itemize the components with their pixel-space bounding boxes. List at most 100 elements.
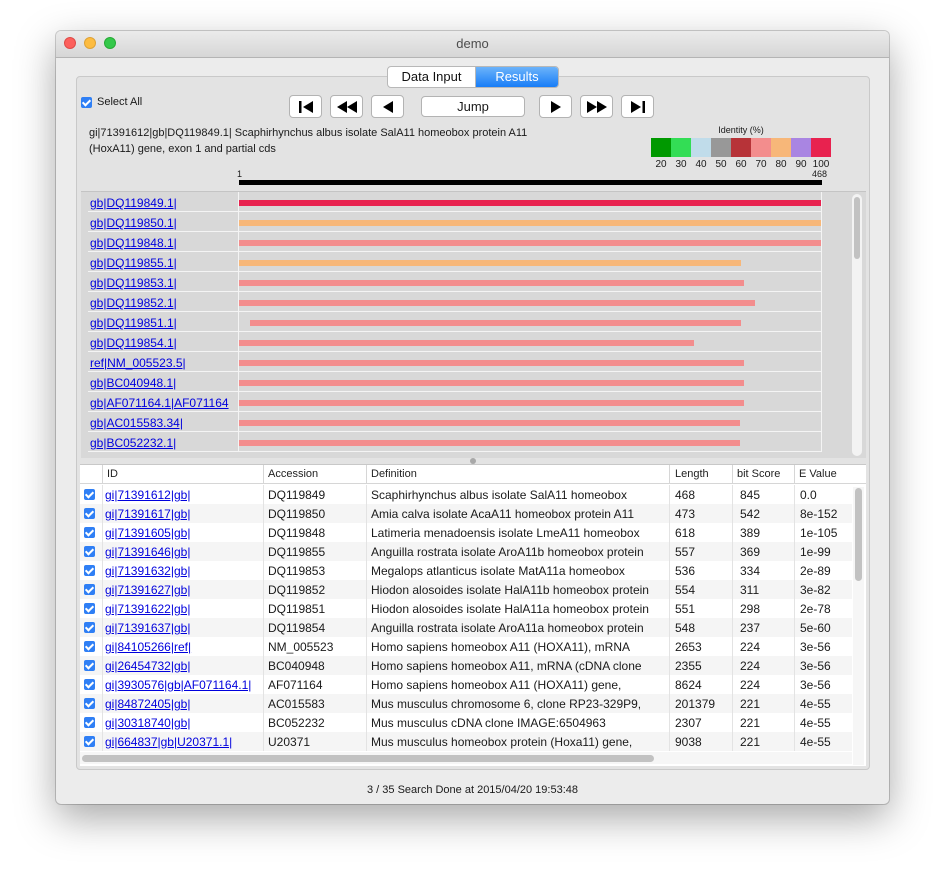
cell-id[interactable]: gi|71391646|gb| bbox=[105, 545, 260, 559]
cell-id[interactable]: gi|664837|gb|U20371.1| bbox=[105, 735, 260, 749]
table-row[interactable]: gi|3930576|gb|AF071164.1| AF071164 Homo sa… bbox=[80, 675, 852, 694]
cell-id[interactable]: gi|26454732|gb| bbox=[105, 659, 260, 673]
cell-id[interactable]: gi|71391622|gb| bbox=[105, 602, 260, 616]
table-row[interactable]: gi|71391612|gb| DQ119849 Scaphirhynchus al… bbox=[80, 485, 852, 504]
last-button[interactable] bbox=[621, 95, 654, 118]
select-all-control[interactable]: Select All bbox=[81, 96, 142, 108]
alignment-bar[interactable] bbox=[239, 440, 741, 446]
header-bit-score[interactable]: bit Score bbox=[737, 468, 780, 480]
header-accession[interactable]: Accession bbox=[268, 468, 318, 480]
alignment-bar[interactable] bbox=[250, 320, 742, 326]
cell-id[interactable]: gi|71391617|gb| bbox=[105, 507, 260, 521]
table-row[interactable]: gi|84872405|gb| AC015583 Mus musculus chro… bbox=[80, 694, 852, 713]
table-row[interactable]: gi|71391605|gb| DQ119848 Latimeria menadoe… bbox=[80, 523, 852, 542]
column-separator[interactable] bbox=[794, 465, 795, 483]
graph-row-link[interactable]: gb|AC015583.34| bbox=[90, 416, 238, 432]
graph-scrollbar-thumb[interactable] bbox=[854, 197, 860, 259]
table-row[interactable]: gi|84105266|ref| NM_005523 Homo sapiens ho… bbox=[80, 637, 852, 656]
graph-row-link[interactable]: gb|DQ119848.1| bbox=[90, 236, 238, 252]
graph-row-link[interactable]: gb|DQ119854.1| bbox=[90, 336, 238, 352]
cell-id[interactable]: gi|30318740|gb| bbox=[105, 716, 260, 730]
alignment-bar[interactable] bbox=[239, 240, 821, 246]
table-horizontal-scrollbar[interactable] bbox=[80, 752, 852, 764]
row-checkbox[interactable] bbox=[84, 527, 95, 538]
row-checkbox[interactable] bbox=[84, 603, 95, 614]
table-row[interactable]: gi|30318740|gb| BC052232 Mus musculus cDNA… bbox=[80, 713, 852, 732]
graph-row-link[interactable]: ref|NM_005523.5| bbox=[90, 356, 238, 372]
table-row[interactable]: gi|664837|gb|U20371.1| U20371 Mus musculus… bbox=[80, 732, 852, 751]
graph-row-link[interactable]: gb|DQ119849.1| bbox=[90, 196, 238, 212]
table-row[interactable]: gi|71391637|gb| DQ119854 Anguilla rostrata… bbox=[80, 618, 852, 637]
alignment-bar[interactable] bbox=[239, 400, 744, 406]
cell-separator bbox=[263, 618, 264, 637]
column-separator[interactable] bbox=[102, 465, 103, 483]
row-checkbox[interactable] bbox=[84, 641, 95, 652]
row-checkbox[interactable] bbox=[84, 622, 95, 633]
graph-row-link[interactable]: gb|DQ119850.1| bbox=[90, 216, 238, 232]
table-row[interactable]: gi|71391646|gb| DQ119855 Anguilla rostrata… bbox=[80, 542, 852, 561]
header-id[interactable]: ID bbox=[107, 468, 118, 480]
row-checkbox[interactable] bbox=[84, 660, 95, 671]
row-checkbox[interactable] bbox=[84, 679, 95, 690]
row-checkbox[interactable] bbox=[84, 736, 95, 747]
row-checkbox[interactable] bbox=[84, 717, 95, 728]
alignment-bar[interactable] bbox=[239, 340, 695, 346]
column-separator[interactable] bbox=[366, 465, 367, 483]
header-definition[interactable]: Definition bbox=[371, 468, 417, 480]
rewind-button[interactable] bbox=[330, 95, 363, 118]
graph-row-link[interactable]: gb|DQ119851.1| bbox=[90, 316, 238, 332]
cell-id[interactable]: gi|3930576|gb|AF071164.1| bbox=[105, 678, 260, 692]
first-button[interactable] bbox=[289, 95, 322, 118]
jump-button[interactable]: Jump bbox=[421, 96, 525, 117]
cell-id[interactable]: gi|71391637|gb| bbox=[105, 621, 260, 635]
header-evalue[interactable]: E Value bbox=[799, 468, 837, 480]
fast-forward-button[interactable] bbox=[580, 95, 613, 118]
header-length[interactable]: Length bbox=[675, 468, 709, 480]
cell-id[interactable]: gi|71391605|gb| bbox=[105, 526, 260, 540]
cell-id[interactable]: gi|71391627|gb| bbox=[105, 583, 260, 597]
table-row[interactable]: gi|71391617|gb| DQ119850 Amia calva isolat… bbox=[80, 504, 852, 523]
alignment-bar[interactable] bbox=[239, 200, 821, 206]
row-checkbox[interactable] bbox=[84, 698, 95, 709]
cell-id[interactable]: gi|71391632|gb| bbox=[105, 564, 260, 578]
column-separator[interactable] bbox=[669, 465, 670, 483]
column-separator[interactable] bbox=[732, 465, 733, 483]
alignment-bar[interactable] bbox=[239, 380, 744, 386]
row-checkbox[interactable] bbox=[84, 546, 95, 557]
graph-row-link[interactable]: gb|BC052232.1| bbox=[90, 436, 238, 452]
table-row[interactable]: gi|71391622|gb| DQ119851 Hiodon alosoides … bbox=[80, 599, 852, 618]
cell-separator bbox=[732, 732, 733, 751]
previous-button[interactable] bbox=[371, 95, 404, 118]
row-checkbox[interactable] bbox=[84, 584, 95, 595]
row-checkbox[interactable] bbox=[84, 508, 95, 519]
select-all-checkbox[interactable] bbox=[81, 96, 92, 108]
table-horizontal-scrollbar-thumb[interactable] bbox=[82, 755, 654, 762]
row-checkbox[interactable] bbox=[84, 489, 95, 500]
graph-row-link[interactable]: gb|BC040948.1| bbox=[90, 376, 238, 392]
cell-separator bbox=[732, 542, 733, 561]
tab-results[interactable]: Results bbox=[476, 67, 558, 87]
table-vertical-scrollbar-thumb[interactable] bbox=[855, 488, 862, 581]
column-separator[interactable] bbox=[263, 465, 264, 483]
graph-row-link[interactable]: gb|DQ119855.1| bbox=[90, 256, 238, 272]
graph-row-link[interactable]: gb|DQ119852.1| bbox=[90, 296, 238, 312]
row-checkbox[interactable] bbox=[84, 565, 95, 576]
graph-row-link[interactable]: gb|DQ119853.1| bbox=[90, 276, 238, 292]
cell-id[interactable]: gi|71391612|gb| bbox=[105, 488, 260, 502]
tab-data-input[interactable]: Data Input bbox=[388, 67, 476, 87]
alignment-bar[interactable] bbox=[239, 220, 821, 226]
alignment-bar[interactable] bbox=[239, 280, 744, 286]
alignment-bar[interactable] bbox=[239, 360, 744, 366]
table-row[interactable]: gi|71391627|gb| DQ119852 Hiodon alosoides … bbox=[80, 580, 852, 599]
graph-scrollbar[interactable] bbox=[852, 194, 862, 456]
alignment-bar[interactable] bbox=[239, 300, 756, 306]
next-button[interactable] bbox=[539, 95, 572, 118]
cell-id[interactable]: gi|84872405|gb| bbox=[105, 697, 260, 711]
alignment-bar[interactable] bbox=[239, 260, 742, 266]
alignment-bar[interactable] bbox=[239, 420, 741, 426]
graph-row-link[interactable]: gb|AF071164.1|AF071164 bbox=[90, 396, 238, 412]
table-vertical-scrollbar[interactable] bbox=[853, 487, 864, 765]
table-row[interactable]: gi|71391632|gb| DQ119853 Megalops atlantic… bbox=[80, 561, 852, 580]
cell-id[interactable]: gi|84105266|ref| bbox=[105, 640, 260, 654]
table-row[interactable]: gi|26454732|gb| BC040948 Homo sapiens home… bbox=[80, 656, 852, 675]
